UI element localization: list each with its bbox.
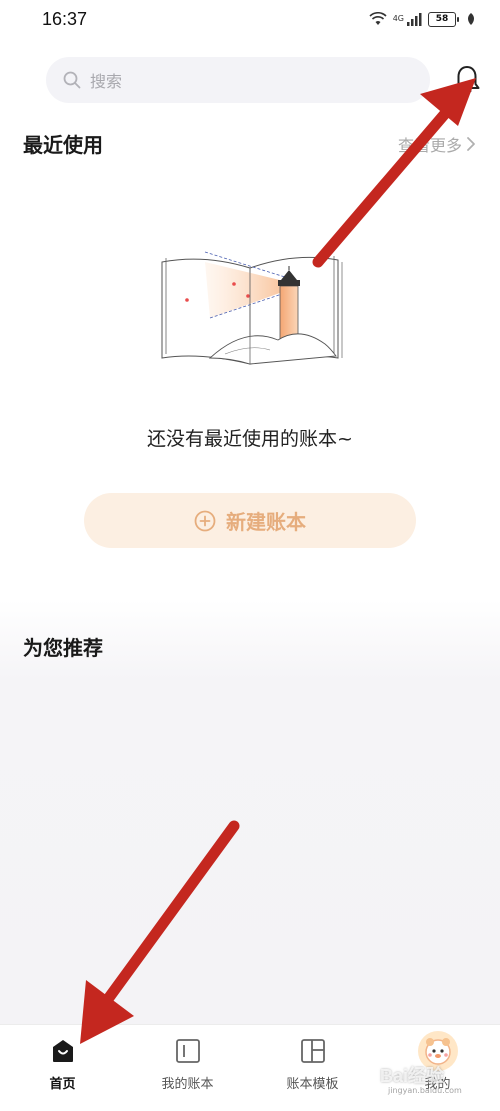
new-ledger-label: 新建账本: [226, 510, 306, 534]
search-icon: [63, 71, 81, 89]
arrow-to-home-tab: [80, 820, 240, 1044]
search-placeholder: 搜索: [90, 72, 123, 91]
chevron-right-icon: [467, 137, 475, 151]
see-more-label: 查看更多: [397, 136, 462, 155]
recent-section-title: 最近使用: [23, 133, 103, 157]
see-more-link[interactable]: 查看更多: [398, 132, 476, 156]
leaf-icon: [468, 13, 474, 25]
tab-home-label: 首页: [49, 1077, 76, 1092]
ledger-icon: [175, 1039, 200, 1063]
status-time: 16:37: [42, 8, 88, 29]
status-icons: 4G 58: [369, 11, 476, 27]
arrow-to-bell: [312, 78, 476, 268]
tab-my-ledgers-label: 我的账本: [161, 1077, 214, 1092]
tab-templates-label: 账本模板: [286, 1077, 339, 1092]
network-label: 4G: [392, 13, 404, 23]
home-icon: [52, 1040, 73, 1062]
search-input[interactable]: 搜索: [46, 57, 430, 103]
status-bar: 16:37 4G 58: [0, 0, 500, 38]
wifi-icon: [369, 12, 387, 25]
watermark-url: jingyan.baidu.com: [388, 1086, 462, 1095]
battery-indicator: 58: [428, 11, 459, 27]
empty-state-illustration: [161, 251, 343, 365]
tab-home[interactable]: 首页: [0, 1025, 125, 1111]
tab-templates[interactable]: 账本模板: [250, 1025, 375, 1111]
plus-circle-icon: [194, 510, 216, 531]
annotation-arrows: [80, 78, 476, 1044]
tab-my-ledgers[interactable]: 我的账本: [125, 1025, 250, 1111]
watermark: Bai经验: [380, 1066, 445, 1086]
recommend-section-title: 为您推荐: [23, 636, 103, 660]
template-icon: [300, 1039, 325, 1063]
empty-state-text: 还没有最近使用的账本~: [147, 428, 353, 450]
new-ledger-button[interactable]: 新建账本: [84, 493, 416, 548]
bell-icon[interactable]: [452, 64, 482, 96]
signal-icon: [407, 13, 422, 26]
